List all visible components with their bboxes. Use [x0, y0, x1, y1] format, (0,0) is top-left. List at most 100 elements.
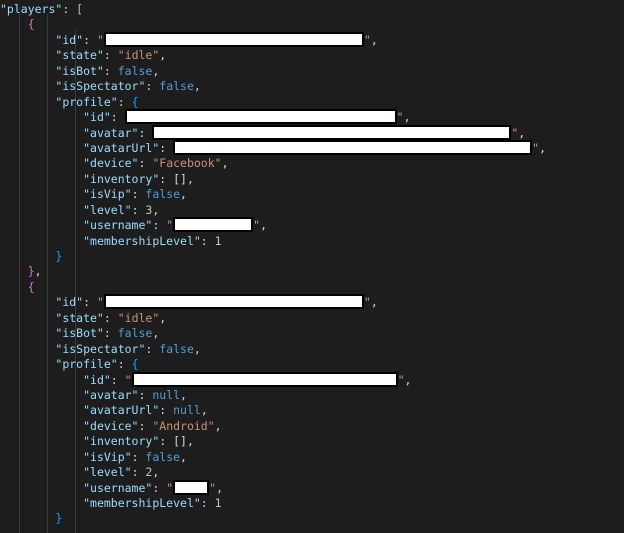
code-line: "membershipLevel": 1: [0, 496, 624, 511]
token-punct: ,: [216, 480, 224, 495]
token-br2: }: [55, 249, 63, 263]
code-line: "isVip": false,: [0, 187, 624, 202]
token-key: "avatarUrl": [83, 403, 160, 418]
redacted-value-box: [173, 217, 254, 233]
token-key: "username": [83, 218, 153, 233]
token-string: "idle": [117, 310, 160, 325]
token-key: "avatar": [83, 125, 139, 140]
token-punct: :: [152, 480, 167, 495]
token-punct: :: [138, 125, 153, 140]
token-br1: {: [27, 279, 35, 294]
token-key: "inventory": [83, 434, 160, 449]
token-punct: :: [138, 156, 153, 171]
token-key: "level": [83, 202, 132, 217]
token-punct: :: [110, 372, 125, 387]
token-key: "level": [83, 465, 132, 480]
code-line: "username": " ",: [0, 217, 624, 233]
token-string: ": [124, 372, 132, 387]
token-punct: ,: [180, 387, 187, 402]
token-punct: ,: [186, 434, 194, 449]
code-line: "inventory": [],: [0, 172, 624, 187]
code-line: "isSpectator": false,: [0, 79, 624, 94]
token-punct: :: [152, 218, 167, 233]
code-line: }: [0, 249, 624, 264]
token-string: ": [166, 480, 174, 495]
token-punct: :: [200, 233, 215, 248]
token-punct: :: [103, 326, 118, 341]
code-line: "id": " ",: [0, 294, 624, 310]
token-punct: ,: [152, 202, 160, 217]
code-content: "players": [ { "id": " ", "state": "idle"…: [0, 2, 624, 527]
token-punct: :: [83, 295, 97, 310]
token-key: "device": [83, 156, 139, 171]
token-punct: ,: [34, 264, 42, 279]
code-line: "level": 3,: [0, 203, 624, 218]
token-key: "isSpectator": [55, 79, 146, 94]
token-punct: :: [103, 48, 118, 63]
token-punct: ,: [370, 295, 378, 310]
token-br2: }: [55, 511, 63, 526]
redacted-value-box: [131, 371, 398, 387]
code-line: "players": [: [0, 2, 624, 17]
code-line: "isVip": false,: [0, 450, 624, 465]
code-line: "id": " ",: [0, 31, 624, 48]
token-br2: {: [131, 357, 139, 372]
code-line: "level": 2,: [0, 465, 624, 480]
code-line: "isSpectator": false,: [0, 342, 624, 357]
token-punct: ,: [186, 171, 194, 186]
token-punct: ,: [193, 79, 201, 94]
token-br0: [: [76, 2, 84, 16]
token-key: "isVip": [83, 187, 132, 202]
redacted-value-box: [173, 479, 210, 495]
token-bool: false: [117, 63, 153, 78]
token-punct: ,: [214, 418, 222, 433]
token-punct: :: [62, 2, 77, 16]
token-punct: :: [159, 434, 174, 449]
token-key: "state": [55, 48, 104, 63]
token-key: "avatar": [83, 387, 139, 402]
token-punct: :: [200, 496, 215, 510]
token-key: "state": [55, 310, 104, 325]
token-key: "isBot": [55, 63, 104, 78]
token-key: "profile": [55, 94, 118, 109]
code-line: "profile": {: [0, 357, 624, 372]
token-bool: false: [145, 449, 181, 464]
token-string: "idle": [117, 48, 160, 63]
token-punct: ,: [404, 372, 412, 387]
token-punct: :: [117, 357, 132, 372]
token-key: "membershipLevel": [83, 233, 201, 248]
token-punct: ,: [152, 465, 160, 480]
token-key: "id": [55, 295, 84, 310]
token-punct: ,: [193, 341, 201, 356]
token-key: "isSpectator": [55, 341, 146, 356]
token-punct: ,: [152, 63, 160, 78]
token-punct: ,: [159, 310, 167, 325]
code-line: {: [0, 17, 624, 32]
token-string: ": [363, 32, 371, 47]
token-punct: :: [145, 341, 160, 356]
token-num: 1: [214, 233, 222, 248]
json-code-viewer[interactable]: "players": [ { "id": " ", "state": "idle"…: [0, 0, 624, 533]
code-line: "avatar": ",: [0, 124, 624, 141]
token-punct: :: [131, 202, 146, 217]
token-punct: :: [117, 94, 132, 109]
code-line: "avatarUrl": null,: [0, 403, 624, 418]
